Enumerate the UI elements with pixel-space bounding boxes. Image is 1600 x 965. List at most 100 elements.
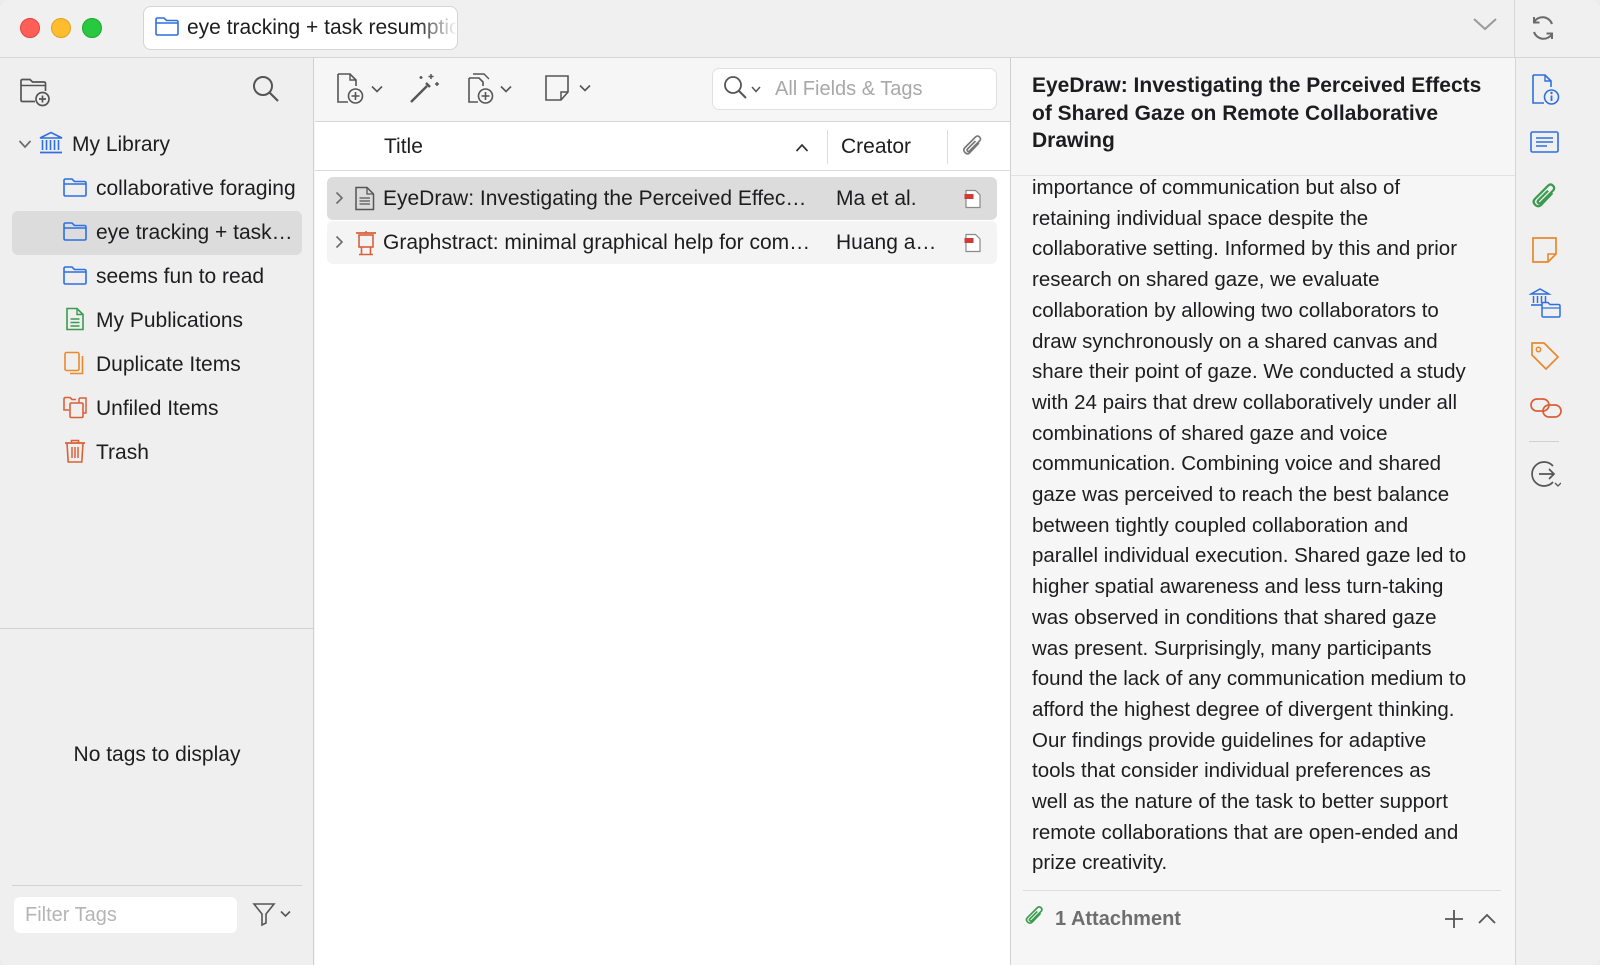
abstract-line: found the lack of any communication medi… [1032, 667, 1467, 691]
title-bar: eye tracking + task resumption [0, 0, 1600, 58]
tab-list-chevron-icon[interactable] [1472, 16, 1498, 37]
search-icon[interactable] [722, 74, 748, 105]
collection-trash[interactable]: Trash [12, 431, 302, 475]
new-collection-icon[interactable] [18, 75, 52, 112]
minimize-window-button[interactable] [51, 18, 71, 38]
tags-divider [12, 885, 302, 886]
column-title[interactable]: Title [384, 135, 423, 159]
abstract-line: prize creativity. [1032, 851, 1168, 875]
magic-wand-icon[interactable] [407, 72, 441, 106]
unfiled-icon [62, 395, 88, 424]
tag-selector-actions-button[interactable] [252, 901, 291, 927]
search-collections-icon[interactable] [250, 73, 282, 110]
item-detail-pane: EyeDraw: Investigating the Perceived Eff… [1010, 58, 1515, 965]
items-search-field[interactable] [712, 68, 997, 110]
abstract-line: combinations of shared gaze and voice [1032, 421, 1388, 445]
trash-icon [62, 438, 88, 469]
close-window-button[interactable] [20, 18, 40, 38]
add-attachment-icon[interactable] [1443, 908, 1465, 935]
abstract-line: collaborative setting. Informed by this … [1032, 237, 1458, 261]
pane-splitter[interactable] [0, 628, 314, 629]
zotero-window: eye tracking + task resumption My Librar… [0, 0, 1600, 965]
chevron-right-icon[interactable] [335, 191, 344, 210]
abstract-section-icon[interactable] [1529, 128, 1561, 163]
pdf-icon[interactable] [963, 233, 983, 258]
attachments-label: 1 Attachment [1055, 907, 1181, 930]
chevron-down-icon[interactable] [18, 136, 32, 154]
abstract-line: parallel individual execution. Shared ga… [1032, 544, 1467, 568]
library-tab[interactable]: eye tracking + task resumption [143, 6, 458, 50]
collection-seems-fun-to-read[interactable]: seems fun to read [12, 255, 302, 299]
add-attachment-button[interactable] [464, 72, 512, 106]
abstract-line: draw synchronously on a shared canvas an… [1032, 329, 1438, 353]
abstract-line: higher spatial awareness and less turn-t… [1032, 575, 1444, 599]
pdf-icon[interactable] [963, 189, 983, 214]
tab-label: eye tracking + task resumption [187, 16, 457, 39]
notes-section-icon[interactable] [1529, 234, 1561, 271]
abstract-line: was present. Surprisingly, many particip… [1032, 636, 1432, 660]
item-creator: Ma et al. [836, 187, 917, 210]
item-detail-title[interactable]: EyeDraw: Investigating the Perceived Eff… [1032, 72, 1502, 155]
sort-ascending-icon[interactable] [795, 140, 809, 158]
collection-unfiled-items[interactable]: Unfiled Items [12, 387, 302, 431]
sidenav-divider [1529, 441, 1559, 442]
item-row[interactable]: EyeDraw: Investigating the Perceived Eff… [327, 177, 997, 220]
paperclip-icon [1023, 905, 1047, 934]
no-tags-message: No tags to display [73, 743, 241, 766]
column-divider[interactable] [827, 130, 828, 164]
chevron-up-icon[interactable] [1476, 908, 1498, 935]
collection-my-library[interactable]: My Library [12, 123, 302, 167]
abstract-line: well as the nature of the task to better… [1032, 790, 1448, 814]
abstract-line: remote collaborations that are open-ende… [1032, 820, 1459, 844]
zoom-window-button[interactable] [82, 18, 102, 38]
related-section-icon[interactable] [1529, 394, 1563, 427]
item-pane-sidenav [1515, 58, 1600, 965]
abstract-line: communication. Combining voice and share… [1032, 452, 1442, 476]
new-note-button[interactable] [543, 72, 591, 104]
attachments-section-header[interactable]: 1 Attachment [1023, 901, 1503, 937]
publications-icon [62, 307, 88, 336]
library-icon [38, 131, 64, 160]
abstract-line: importance of communication but also of [1032, 176, 1401, 199]
items-toolbar [315, 58, 1010, 122]
abstract-line: gaze was perceived to reach the best bal… [1032, 483, 1450, 507]
collection-eye-tracking-task-resumption[interactable]: eye tracking + task resumption [12, 211, 302, 255]
items-column-header: Title Creator [315, 122, 1010, 171]
locate-icon[interactable] [1529, 458, 1562, 495]
item-title: EyeDraw: Investigating the Perceived Eff… [383, 187, 811, 210]
attachments-section-icon[interactable] [1529, 182, 1561, 219]
tags-section-icon[interactable] [1529, 340, 1561, 377]
folder-icon [62, 176, 88, 203]
collection-duplicate-items[interactable]: Duplicate Items [12, 343, 302, 387]
column-creator[interactable]: Creator [841, 135, 911, 159]
filter-tags-input[interactable] [14, 897, 237, 933]
search-mode-chevron-icon[interactable] [751, 80, 761, 98]
libraries-collections-section-icon[interactable] [1528, 286, 1563, 325]
collection-label: Duplicate Items [96, 353, 241, 376]
column-divider[interactable] [947, 130, 948, 164]
info-section-icon[interactable] [1529, 73, 1561, 112]
items-pane: Title Creator EyeDraw: Investigating the… [315, 58, 1010, 965]
item-row[interactable]: Graphstract: minimal graphical help for … [327, 221, 997, 264]
collection-my-publications[interactable]: My Publications [12, 299, 302, 343]
folder-icon [154, 15, 180, 42]
abstract-line: between tightly coupled collaboration an… [1032, 513, 1409, 537]
sync-icon[interactable] [1528, 13, 1558, 48]
collection-label: My Publications [96, 309, 244, 332]
folder-icon [62, 264, 88, 291]
abstract-line: with 24 pairs that drew collaboratively … [1032, 390, 1458, 414]
new-item-button[interactable] [335, 72, 383, 106]
abstract-line: afford the highest degree of divergent t… [1032, 697, 1455, 721]
search-input[interactable] [775, 77, 975, 101]
duplicate-icon [62, 351, 88, 380]
collection-label: collaborative foraging [96, 177, 296, 200]
abstract-text[interactable]: importance of communication but also of r… [1032, 173, 1504, 879]
collection-label: Trash [96, 441, 149, 464]
collection-label: seems fun to read [96, 265, 265, 288]
abstract-line: collaboration by allowing two collaborat… [1032, 298, 1439, 322]
chevron-right-icon[interactable] [335, 235, 344, 254]
collection-collaborative-foraging[interactable]: collaborative foraging [12, 167, 302, 211]
collection-label: eye tracking + task resumption [96, 221, 296, 244]
document-icon [354, 186, 376, 216]
paperclip-icon[interactable] [960, 134, 986, 165]
